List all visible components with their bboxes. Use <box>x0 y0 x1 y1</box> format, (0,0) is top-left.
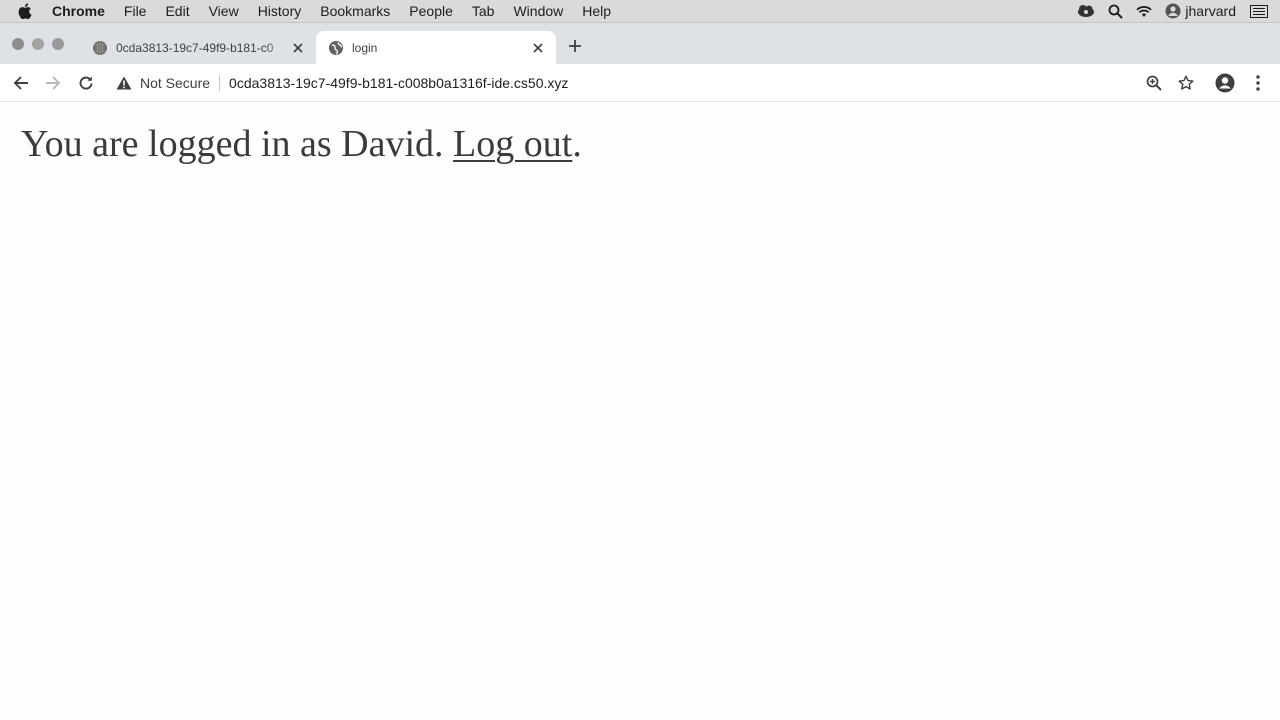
creative-cloud-icon[interactable] <box>1076 4 1096 18</box>
menu-file[interactable]: File <box>124 3 147 19</box>
apple-icon[interactable] <box>18 3 38 19</box>
browser-toolbar: Not Secure 0cda3813-19c7-49f9-b181-c008b… <box>0 64 1280 102</box>
menu-help[interactable]: Help <box>582 3 611 19</box>
menu-people[interactable]: People <box>409 3 453 19</box>
menu-chrome[interactable]: Chrome <box>52 3 105 19</box>
menubar-username[interactable]: jharvard <box>1185 3 1236 19</box>
close-tab-icon[interactable] <box>290 42 306 53</box>
menu-window[interactable]: Window <box>513 3 563 19</box>
spotlight-search-icon[interactable] <box>1108 4 1124 19</box>
menu-tab[interactable]: Tab <box>472 3 495 19</box>
omnibox-divider <box>219 75 221 91</box>
login-status-text: You are logged in as David. <box>21 123 444 165</box>
trailing-period: . <box>572 123 582 165</box>
menu-view[interactable]: View <box>209 3 239 19</box>
new-tab-button[interactable] <box>568 39 582 53</box>
security-label[interactable]: Not Secure <box>140 75 210 91</box>
user-avatar-icon[interactable] <box>1165 3 1181 19</box>
bookmark-button[interactable] <box>1176 73 1196 93</box>
page-content: You are logged in as David. Log out. <box>0 102 1280 720</box>
menu-edit[interactable]: Edit <box>165 3 189 19</box>
arrow-left-icon <box>13 76 28 90</box>
forward-button[interactable] <box>43 73 63 93</box>
menu-bookmarks[interactable]: Bookmarks <box>320 3 390 19</box>
globe-icon <box>328 40 344 56</box>
chrome-menu-button[interactable] <box>1248 73 1268 93</box>
close-window-button[interactable] <box>12 38 24 50</box>
menu-history[interactable]: History <box>258 3 302 19</box>
tab-title: 0cda3813-19c7-49f9-b181-c0 <box>116 40 274 55</box>
menubar-status-area: jharvard <box>1076 0 1280 22</box>
close-tab-icon[interactable] <box>530 42 546 53</box>
back-button[interactable] <box>11 73 31 93</box>
login-status-heading: You are logged in as David. Log out. <box>21 122 582 166</box>
warning-icon[interactable] <box>116 76 132 90</box>
macos-menu-bar: Chrome File Edit View History Bookmarks … <box>0 0 1280 23</box>
reload-icon <box>79 76 93 90</box>
zoom-window-button[interactable] <box>52 38 64 50</box>
plus-icon <box>569 40 581 52</box>
window-controls <box>12 38 64 50</box>
minimize-window-button[interactable] <box>32 38 44 50</box>
star-icon <box>1178 75 1194 90</box>
logout-link[interactable]: Log out <box>453 123 572 165</box>
arrow-right-icon <box>46 76 61 90</box>
tab-ide[interactable]: 0cda3813-19c7-49f9-b181-c0 <box>80 31 316 64</box>
account-circle-icon <box>1215 73 1235 93</box>
tab-strip: 0cda3813-19c7-49f9-b181-c0 login <box>0 23 1280 64</box>
wifi-icon[interactable] <box>1135 4 1153 18</box>
zoom-icon <box>1146 75 1162 91</box>
notification-center-icon[interactable] <box>1250 4 1268 18</box>
omnibox[interactable]: Not Secure 0cda3813-19c7-49f9-b181-c008b… <box>116 73 568 93</box>
zoom-button[interactable] <box>1144 73 1164 93</box>
ide-icon <box>92 40 108 56</box>
tab-login[interactable]: login <box>316 31 556 64</box>
tab-title: login <box>352 40 378 55</box>
reload-button[interactable] <box>76 73 96 93</box>
profile-button[interactable] <box>1215 73 1235 93</box>
url-text[interactable]: 0cda3813-19c7-49f9-b181-c008b0a1316f-ide… <box>229 75 568 91</box>
more-vert-icon <box>1256 75 1260 91</box>
